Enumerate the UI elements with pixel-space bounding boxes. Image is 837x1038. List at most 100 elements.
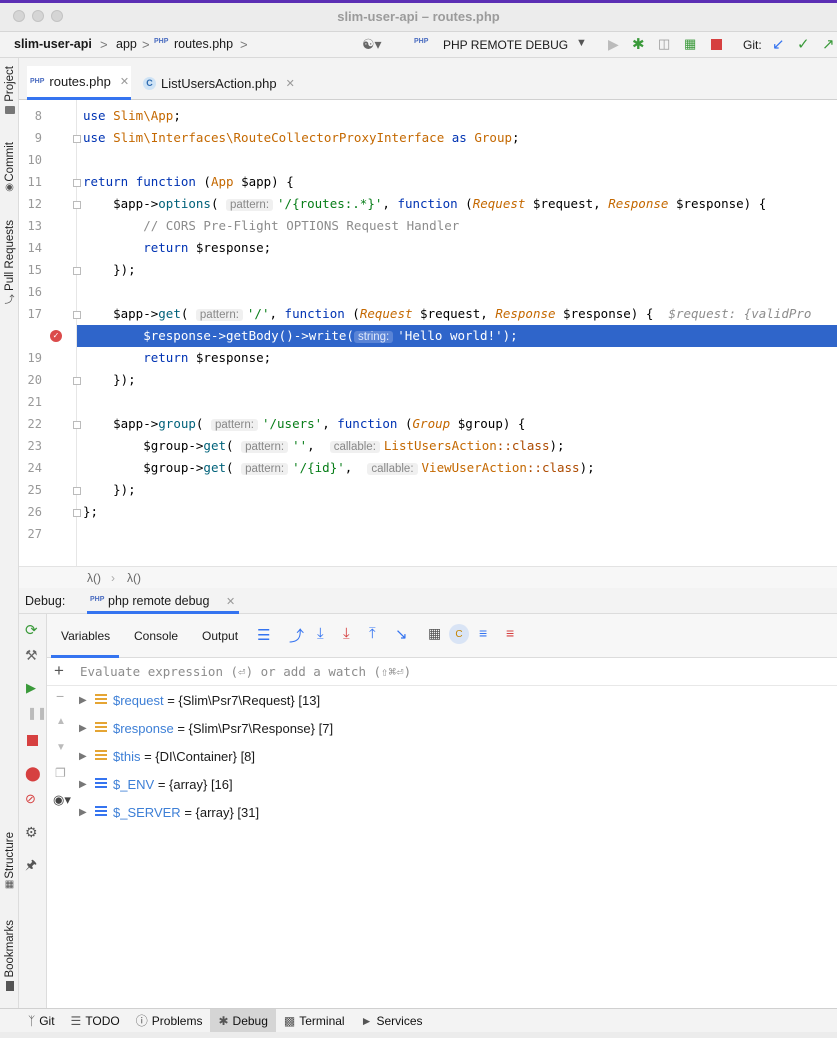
code-token: '/{id}'	[292, 460, 345, 475]
debug-bug-icon[interactable]: ✱	[632, 35, 645, 53]
variable-row[interactable]: ▶ $_SERVER = {array} [31]	[47, 798, 837, 826]
chevron-down-icon[interactable]: ▼	[576, 37, 587, 49]
rerun-icon[interactable]: ⟳	[25, 621, 38, 639]
step-out-icon[interactable]: ⤒	[369, 625, 376, 642]
menu-icon[interactable]: ☰	[257, 626, 270, 644]
force-step-into-icon[interactable]: ⤓	[343, 625, 350, 642]
resume-icon[interactable]: ▶	[26, 680, 36, 696]
fold-marker-icon[interactable]	[73, 377, 81, 385]
line-number: 17	[27, 307, 42, 321]
tab-variables[interactable]: Variables	[61, 629, 110, 643]
run-icon[interactable]: ▶	[608, 36, 619, 53]
step-over-icon[interactable]: ⤴	[289, 625, 304, 646]
code-line-22: $app->group( pattern: '/users', function …	[83, 416, 526, 431]
array-icon	[95, 778, 107, 790]
run-config-select[interactable]: PHP REMOTE DEBUG	[443, 38, 568, 52]
fold-marker-icon[interactable]	[73, 509, 81, 517]
code-line-17: $app->get( pattern: '/', function (Reques…	[83, 306, 812, 321]
variable-name: $this	[113, 748, 141, 764]
tab-listusersaction-php[interactable]: C ListUsersAction.php ✕	[143, 66, 295, 100]
git-push-icon[interactable]: ↗	[822, 35, 835, 53]
services-tool-button[interactable]: ► Services	[353, 1009, 431, 1033]
debug-session-tab[interactable]: php remote debug	[108, 594, 209, 608]
coverage-icon[interactable]: ◫	[658, 36, 670, 52]
step-into-icon[interactable]: ⤓	[317, 625, 324, 642]
commit-tool-tab[interactable]: Commit ◉	[0, 142, 19, 193]
nav-folder[interactable]: app	[116, 37, 137, 51]
wrench-icon[interactable]: ⚒	[25, 647, 38, 664]
expand-arrow-icon[interactable]: ▶	[79, 807, 89, 818]
code-editor[interactable]: 8 9 10 11 12 13 14 15 16 17 18 19 20 21 …	[19, 100, 837, 566]
nav-file[interactable]: routes.php	[174, 37, 233, 51]
line-number: 24	[27, 461, 42, 475]
debug-tool-label: Debug	[232, 1013, 268, 1028]
pause-icon[interactable]: ❚❚	[27, 706, 47, 720]
fold-marker-icon[interactable]	[73, 267, 81, 275]
commit-tab-label: Commit	[3, 142, 16, 182]
variable-row[interactable]: ▶ $response = {Slim\Psr7\Response} [7]	[47, 714, 837, 742]
todo-tool-button[interactable]: ☰ TODO	[63, 1009, 128, 1033]
run-to-cursor-icon[interactable]: ↘	[395, 625, 408, 643]
breadcrumb-item[interactable]: λ()	[127, 571, 141, 585]
problems-tool-button[interactable]: ⓘ Problems	[128, 1009, 211, 1033]
git-update-icon[interactable]: ↙	[772, 35, 785, 53]
code-token: $response) {	[668, 196, 767, 211]
git-tool-button[interactable]: ᛉ Git	[20, 1009, 63, 1033]
pin-icon[interactable]: 🖈	[25, 856, 37, 878]
array-icon	[95, 806, 107, 818]
expand-arrow-icon[interactable]: ▶	[79, 779, 89, 790]
line-number: 22	[27, 417, 42, 431]
structure-tool-tab[interactable]: Structure ▦	[0, 832, 19, 890]
variable-value: = {array} [16]	[157, 776, 233, 792]
fold-marker-icon[interactable]	[73, 135, 81, 143]
parameter-hint: pattern:	[226, 199, 274, 211]
list-icon[interactable]: ≡	[479, 625, 487, 641]
user-icon[interactable]: ☯▾	[362, 36, 382, 53]
view-breakpoints-icon[interactable]: ⬤	[25, 765, 41, 782]
watch-expression-input[interactable]: Evaluate expression (⏎) or add a watch (…	[80, 664, 411, 679]
code-token: );	[549, 438, 565, 453]
fold-marker-icon[interactable]	[73, 311, 81, 319]
variable-row[interactable]: ▶ $request = {Slim\Psr7\Request} [13]	[47, 686, 837, 714]
expand-arrow-icon[interactable]: ▶	[79, 723, 89, 734]
fold-marker-icon[interactable]	[73, 179, 81, 187]
line-number: 15	[27, 263, 42, 277]
close-icon[interactable]: ✕	[286, 77, 295, 90]
nav-project[interactable]: slim-user-api	[14, 37, 92, 51]
close-icon[interactable]: ✕	[120, 75, 129, 88]
expand-arrow-icon[interactable]: ▶	[79, 751, 89, 762]
fold-marker-icon[interactable]	[73, 487, 81, 495]
parameter-hint: pattern:	[210, 419, 258, 431]
breadcrumb-item[interactable]: λ()	[87, 571, 101, 585]
mute-breakpoints-icon[interactable]: ⊘	[25, 791, 36, 807]
stop-icon[interactable]	[711, 39, 722, 50]
variable-row[interactable]: ▶ $this = {DI\Container} [8]	[47, 742, 837, 770]
tab-routes-php[interactable]: PHP routes.php ✕	[27, 66, 131, 100]
debug-tool-button[interactable]: ✱ Debug	[210, 1008, 276, 1033]
settings-gear-icon[interactable]: ⚙	[25, 824, 38, 841]
terminal-tool-label: Terminal	[299, 1013, 345, 1028]
expand-arrow-icon[interactable]: ▶	[79, 695, 89, 706]
fold-marker-icon[interactable]	[73, 421, 81, 429]
code-token: ''	[292, 438, 308, 453]
close-icon[interactable]: ✕	[226, 595, 235, 608]
fold-marker-icon[interactable]	[73, 201, 81, 209]
project-tool-tab[interactable]: Project	[0, 66, 19, 114]
terminal-tool-button[interactable]: ▩ Terminal	[276, 1009, 353, 1033]
debug-header: Debug: PHP php remote debug ✕	[19, 588, 837, 614]
stop-icon[interactable]	[27, 735, 38, 746]
tab-console[interactable]: Console	[134, 629, 178, 643]
add-watch-icon[interactable]: +	[54, 661, 64, 681]
variable-row[interactable]: ▶ $_ENV = {array} [16]	[47, 770, 837, 798]
code-token: ViewUserAction	[421, 460, 527, 475]
tab-output[interactable]: Output	[202, 629, 238, 643]
tab-label: routes.php	[49, 74, 111, 89]
pull-requests-tool-tab[interactable]: Pull Requests ⤴	[0, 220, 19, 306]
git-commit-icon[interactable]: ✓	[797, 35, 810, 53]
add-watch-list-icon[interactable]: ≡	[506, 625, 514, 641]
show-execution-point-icon[interactable]: C	[449, 624, 469, 644]
bookmarks-tool-tab[interactable]: Bookmarks	[0, 920, 19, 991]
breakpoint-icon[interactable]: ✓	[50, 330, 62, 342]
profile-icon[interactable]: ▦	[684, 36, 696, 52]
evaluate-icon[interactable]: ▦	[428, 625, 441, 642]
